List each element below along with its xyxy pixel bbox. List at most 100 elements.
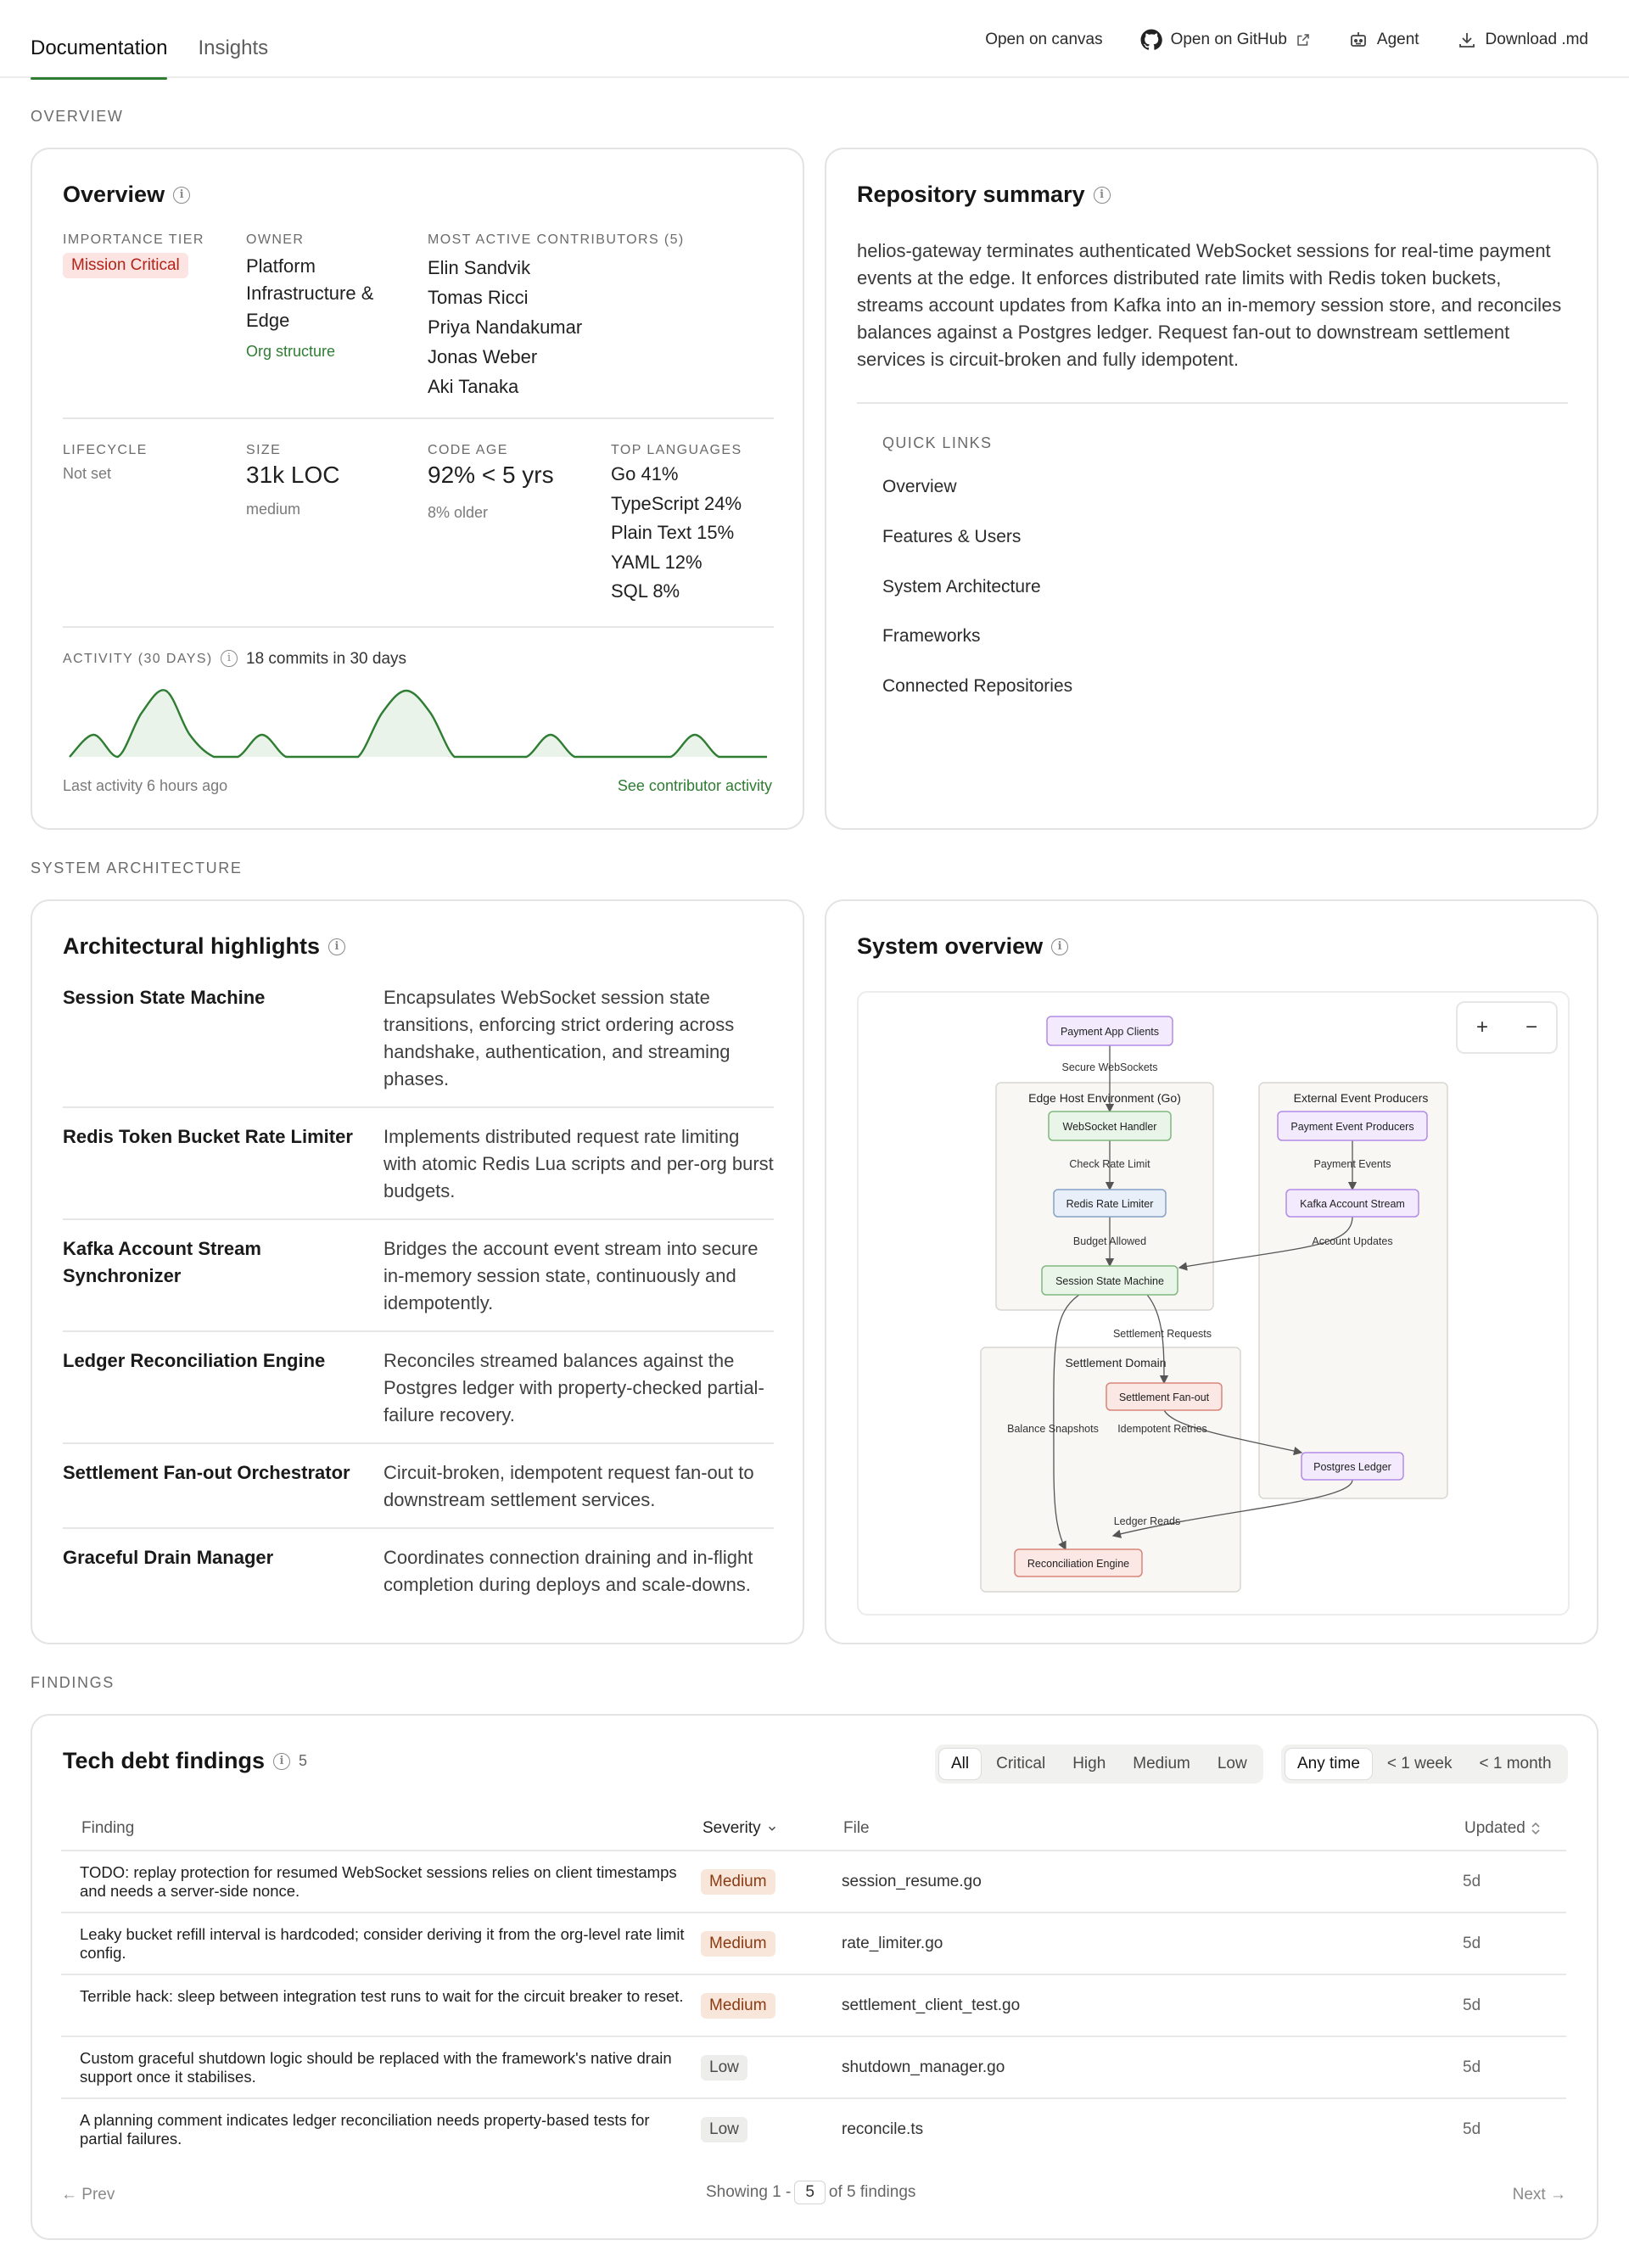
table-divider [61, 2036, 1566, 2037]
file-name[interactable]: shutdown_manager.go [842, 2058, 1005, 2077]
finding-text: Terrible hack: sleep between integration… [80, 1987, 684, 2005]
highlights-title-text: Architectural highlights [63, 933, 321, 959]
column-header-severity-label: Severity [703, 1819, 761, 1837]
severity-filter-critical[interactable]: Critical [984, 1749, 1057, 1779]
severity-badge: Low [701, 2117, 747, 2142]
highlight-desc: Reconciles streamed balances against the… [383, 1350, 764, 1425]
highlight-name: Kafka Account Stream Synchronizer [63, 1238, 261, 1286]
activity-info-icon[interactable] [221, 650, 238, 667]
zoom-in-button[interactable]: + [1476, 1016, 1488, 1039]
contributor-name[interactable]: Aki Tanaka [428, 372, 582, 401]
download-md-label: Download .md [1485, 31, 1588, 48]
node-label: Session State Machine [1055, 1275, 1164, 1287]
agent-label: Agent [1376, 31, 1419, 48]
open-on-canvas-button[interactable]: Open on canvas [985, 31, 1102, 49]
next-page-button[interactable]: Next → [1513, 2186, 1566, 2204]
severity-filter-high[interactable]: High [1061, 1749, 1117, 1779]
info-icon[interactable] [328, 938, 346, 955]
edge-label: Check Rate Limit [1069, 1158, 1150, 1170]
language-item: SQL 8% [611, 580, 680, 602]
time-filter-month[interactable]: < 1 month [1468, 1749, 1564, 1779]
architecture-diagram[interactable]: Edge Host Environment (Go) External Even… [857, 991, 1570, 1616]
edge-label: Ledger Reads [1114, 1515, 1181, 1527]
page-size-input[interactable]: 5 [794, 2181, 826, 2204]
node-label: Payment App Clients [1061, 1026, 1159, 1038]
prev-page-button[interactable]: ← Prev [61, 2186, 115, 2204]
info-icon[interactable] [1051, 938, 1069, 955]
highlights-title: Architectural highlights [63, 933, 346, 960]
edge-label: Payment Events [1313, 1158, 1391, 1170]
time-filter-any[interactable]: Any time [1285, 1749, 1372, 1779]
info-icon[interactable] [173, 186, 191, 204]
see-contributor-activity-link[interactable]: See contributor activity [618, 777, 772, 795]
file-name[interactable]: session_resume.go [842, 1873, 982, 1891]
table-divider [61, 2097, 1566, 2099]
severity-badge: Medium [701, 1993, 775, 2019]
contributor-name[interactable]: Tomas Ricci [428, 283, 582, 312]
languages-list: Go 41% TypeScript 24% Plain Text 15% YAM… [611, 460, 742, 607]
quick-link-features-users[interactable]: Features & Users [882, 527, 1021, 547]
severity-filter-low[interactable]: Low [1206, 1749, 1259, 1779]
system-overview-card: System overview Edge Host Environment (G… [825, 899, 1598, 1644]
overview-card: Overview IMPORTANCE TIER Mission Critica… [31, 148, 804, 830]
open-on-github-button[interactable]: Open on GitHub [1140, 29, 1311, 51]
column-header-updated[interactable]: Updated [1464, 1819, 1541, 1838]
tab-documentation[interactable]: Documentation [31, 0, 168, 80]
updated-value: 5d [1463, 1935, 1481, 1952]
info-icon[interactable] [1093, 186, 1111, 204]
sort-icon [1531, 1822, 1540, 1835]
edge-label: Budget Allowed [1073, 1235, 1146, 1247]
divider [63, 1106, 774, 1108]
finding-text: A planning comment indicates ledger reco… [80, 2111, 650, 2148]
quick-link-overview[interactable]: Overview [882, 477, 957, 497]
language-item: Plain Text 15% [611, 522, 735, 543]
download-md-button[interactable]: Download .md [1457, 30, 1588, 50]
lifecycle-value: Not set [63, 465, 112, 482]
divider [63, 626, 774, 628]
updated-value: 5d [1463, 2058, 1481, 2076]
column-header-file: File [843, 1819, 870, 1837]
section-label-architecture: SYSTEM ARCHITECTURE [31, 860, 243, 876]
divider [63, 1442, 774, 1444]
overview-title: Overview [63, 182, 191, 208]
owner-label: OWNER [246, 232, 305, 247]
zoom-controls: + − [1456, 1001, 1558, 1054]
file-name[interactable]: reconcile.ts [842, 2120, 923, 2139]
contributor-name[interactable]: Elin Sandvik [428, 253, 582, 283]
agent-button[interactable]: Agent [1348, 30, 1419, 50]
table-divider [61, 1974, 1566, 1975]
importance-tier-label: IMPORTANCE TIER [63, 232, 204, 247]
file-name[interactable]: settlement_client_test.go [842, 1996, 1020, 2015]
download-icon [1458, 33, 1475, 48]
zoom-out-button[interactable]: − [1525, 1016, 1537, 1039]
time-filter-week[interactable]: < 1 week [1375, 1749, 1464, 1779]
system-overview-title: System overview [857, 933, 1069, 960]
contributors-list: Elin Sandvik Tomas Ricci Priya Nandakuma… [428, 253, 582, 401]
contributor-name[interactable]: Priya Nandakumar [428, 312, 582, 342]
owner-value: Platform Infrastructure & Edge [246, 253, 373, 334]
highlight-desc: Encapsulates WebSocket session state tra… [383, 987, 735, 1089]
column-header-severity[interactable]: Severity [703, 1819, 778, 1838]
divider [63, 1218, 774, 1220]
node-label: Redis Rate Limiter [1066, 1198, 1154, 1210]
updated-value: 5d [1463, 1996, 1481, 2014]
quick-link-system-architecture[interactable]: System Architecture [882, 577, 1041, 597]
quick-link-frameworks[interactable]: Frameworks [882, 626, 981, 647]
language-item: Go 41% [611, 463, 679, 484]
group-label-external: External Event Producers [1294, 1091, 1429, 1105]
info-icon[interactable] [273, 1752, 290, 1770]
owner-line: Edge [246, 310, 290, 331]
severity-filter-medium[interactable]: Medium [1121, 1749, 1202, 1779]
node-label: Settlement Fan-out [1119, 1392, 1210, 1403]
severity-filter-all[interactable]: All [939, 1749, 982, 1779]
size-value: 31k LOC [246, 462, 340, 488]
org-structure-link[interactable]: Org structure [246, 343, 335, 361]
severity-filter: All Critical High Medium Low [935, 1744, 1263, 1784]
group-external-producers [1258, 1082, 1448, 1499]
language-item: TypeScript 24% [611, 492, 742, 514]
tab-insights[interactable]: Insights [198, 0, 268, 78]
quick-link-connected-repositories[interactable]: Connected Repositories [882, 676, 1072, 697]
contributor-name[interactable]: Jonas Weber [428, 342, 582, 372]
highlight-name: Settlement Fan-out Orchestrator [63, 1462, 350, 1483]
file-name[interactable]: rate_limiter.go [842, 1935, 943, 1953]
